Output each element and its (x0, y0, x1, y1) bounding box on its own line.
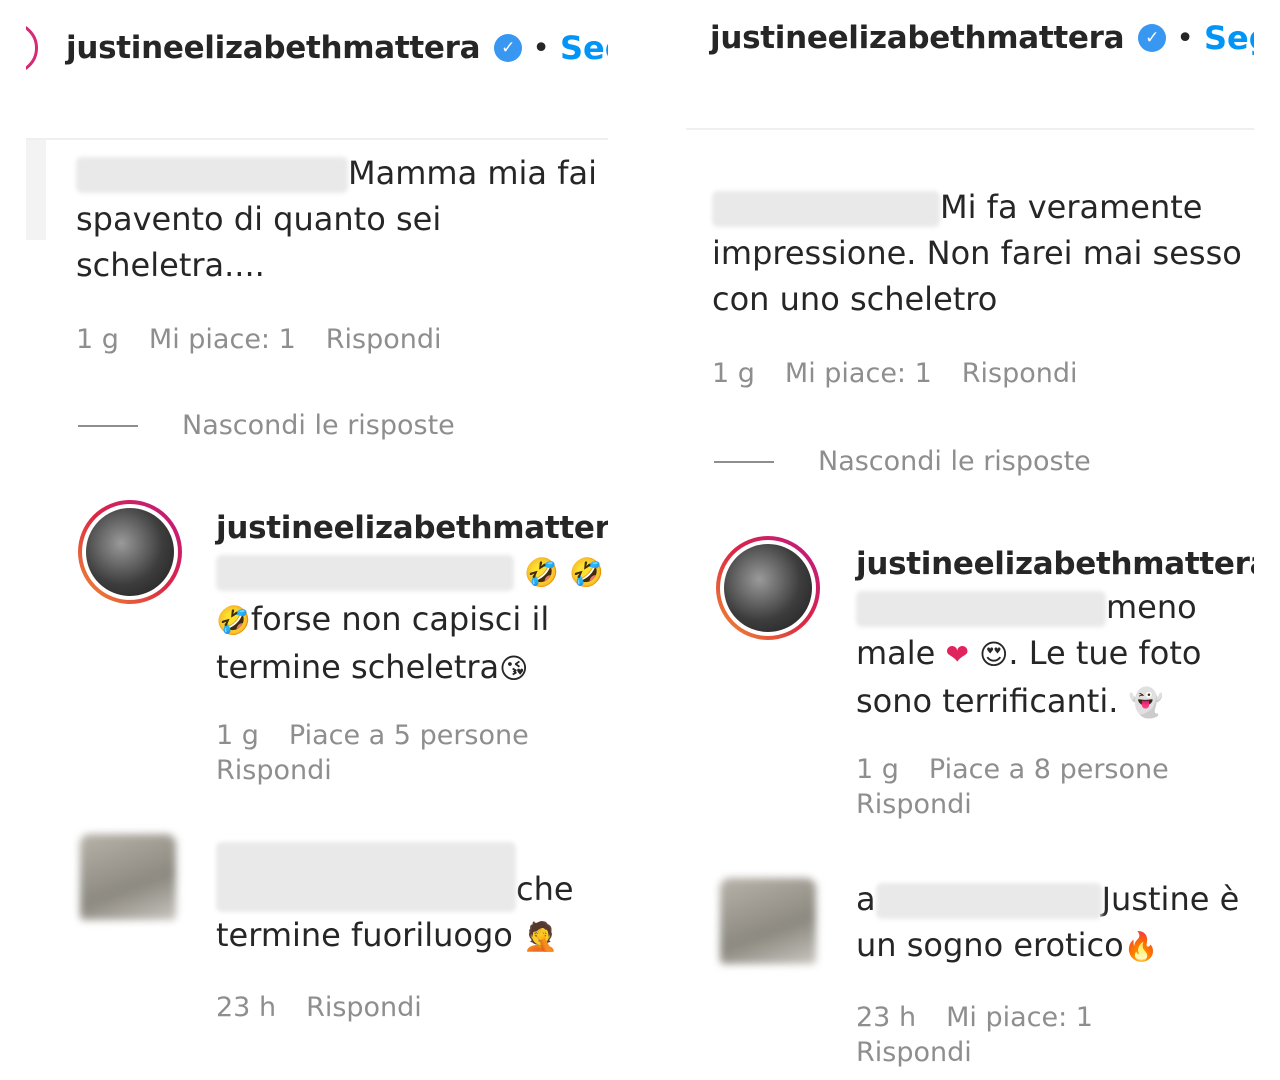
comment-avatar-placeholder (26, 140, 46, 240)
post-header: justineelizabethmattera ✓ • Segui (26, 0, 608, 96)
reply-button[interactable]: Rispondi (962, 358, 1078, 389)
blurred-username (216, 842, 516, 912)
blurred-mention (856, 591, 1106, 627)
reply-text-line3: sono terrificanti. (856, 682, 1119, 720)
verified-badge-icon: ✓ (1138, 24, 1167, 52)
comment: Mamma mia fai spavento di quanto sei sch… (76, 150, 608, 355)
reply-user2: che termine fuoriluogo 🤦 23 h Rispondi (216, 842, 608, 1023)
reply-time: 1 g (856, 754, 899, 785)
reply-username[interactable]: justineelizabethmattera (856, 546, 1254, 582)
comment-text: Mi fa veramente impressione. Non farei m… (712, 184, 1252, 322)
reply-owner: justineelizabethmattera 🤣 🤣 🤣forse non c… (216, 510, 608, 788)
comment-text-line3: con uno scheletro (712, 280, 998, 318)
reply-likes[interactable]: Piace a 8 persone (929, 752, 1169, 787)
comment-text: Mamma mia fai spavento di quanto sei sch… (76, 150, 608, 288)
comment-likes[interactable]: Mi piace: 1 (149, 324, 296, 355)
comment-text-line1: Mi fa veramente (940, 188, 1203, 226)
comment-text-line2: spavento di quanto sei (76, 200, 442, 238)
reply2-text: che termine fuoriluogo 🤦 (216, 842, 608, 960)
reply-avatar-story-ring[interactable] (78, 500, 182, 604)
reply-likes[interactable]: Piace a 5 persone (289, 718, 529, 753)
kiss-emoji-icon: 😘 (499, 652, 529, 685)
comment-time: 1 g (712, 358, 755, 389)
header-separator: • (532, 30, 550, 66)
heart-eyes-emoji-icon: 😍 (979, 638, 1009, 671)
reply2-text-line2: un sogno erotico (856, 926, 1124, 964)
left-screenshot-panel: justineelizabethmattera ✓ • Segui Mamma … (26, 0, 608, 1080)
reply-meta: 1 g Piace a 5 persone Rispondi (216, 718, 608, 788)
hide-replies-label: Nascondi le risposte (818, 446, 1091, 477)
hide-replies-line (714, 460, 774, 463)
blurred-username (76, 157, 348, 193)
reply-text: 🤣 🤣 🤣forse non capisci il termine schele… (216, 548, 608, 692)
verified-badge-icon: ✓ (494, 34, 523, 62)
reply-user2: a Justine è un sogno erotico🔥 23 h Mi pia… (856, 876, 1252, 1070)
reply2-time: 23 h (216, 992, 277, 1023)
reply2-time: 23 h (856, 1002, 917, 1033)
rofl-emoji-icon: 🤣 (524, 556, 560, 589)
reply-owner: justineelizabethmattera meno male ❤ 😍. L… (856, 546, 1254, 822)
heart-icon: ❤ (945, 638, 969, 671)
rofl-emoji-icon: 🤣 (216, 604, 251, 637)
reply2-likes[interactable]: Mi piace: 1 (946, 1000, 1093, 1035)
header-username[interactable]: justineelizabethmattera (710, 20, 1125, 56)
reply-button[interactable]: Rispondi (306, 992, 422, 1023)
blurred-avatar[interactable] (80, 834, 176, 920)
blurred-avatar[interactable] (720, 878, 816, 964)
facepalm-emoji-icon: 🤦 (523, 920, 558, 953)
header-divider (686, 128, 1254, 130)
hide-replies-line (78, 424, 138, 427)
header-divider (26, 138, 608, 140)
reply2-meta: 23 h Mi piace: 1 Rispondi (856, 1000, 1252, 1070)
follow-button[interactable]: Segui (560, 29, 608, 67)
comment-meta: 1 g Mi piace: 1 Rispondi (712, 358, 1252, 389)
reply2-meta: 23 h Rispondi (216, 992, 608, 1023)
reply-username[interactable]: justineelizabethmattera (216, 510, 608, 546)
reply-button[interactable]: Rispondi (856, 1035, 972, 1070)
reply-text-line3: termine scheletra (216, 648, 500, 686)
comment-time: 1 g (76, 324, 119, 355)
reply-text-line2: forse non capisci il (250, 600, 550, 638)
reply-text: meno male ❤ 😍. Le tue foto sono terrific… (856, 584, 1252, 726)
reply-button[interactable]: Rispondi (326, 324, 442, 355)
reply-button[interactable]: Rispondi (216, 753, 332, 788)
comment-text-line2: impressione. Non farei mai sesso (712, 234, 1242, 272)
reply-button[interactable]: Rispondi (856, 787, 972, 822)
blurred-username (875, 883, 1102, 919)
right-screenshot-panel: justineelizabethmattera ✓ • Segui Mi fa … (686, 0, 1254, 1080)
reply-avatar-image (82, 504, 178, 600)
reply2-text-line1: che (516, 870, 574, 908)
header-separator: • (1176, 20, 1194, 56)
header-avatar[interactable] (26, 22, 38, 74)
reply-text-line1: meno (1106, 588, 1197, 626)
reply-avatar-story-ring[interactable] (716, 536, 820, 640)
reply-meta: 1 g Piace a 8 persone Rispondi (856, 752, 1252, 822)
reply-text-line2a: male (856, 634, 936, 672)
reply2-text-line2: termine fuoriluogo (216, 916, 513, 954)
rofl-emoji-icon: 🤣 (569, 556, 605, 589)
reply2-text-line1: Justine è (1101, 880, 1240, 918)
fire-emoji-icon: 🔥 (1123, 930, 1159, 963)
ghost-emoji-icon: 👻 (1128, 686, 1164, 719)
blurred-mention (216, 555, 514, 591)
comment-text-line1: Mamma mia fai (348, 154, 597, 192)
header-username[interactable]: justineelizabethmattera (66, 30, 481, 66)
reply2-prefix: a (856, 880, 876, 918)
reply-avatar-image (720, 540, 816, 636)
comment-text-line3: scheletra.... (76, 246, 265, 284)
blurred-username (712, 191, 940, 227)
reply-text-line2b: . Le tue foto (1008, 634, 1202, 672)
comment-likes[interactable]: Mi piace: 1 (785, 358, 932, 389)
reply2-text: a Justine è un sogno erotico🔥 (856, 876, 1252, 970)
follow-button[interactable]: Segui (1204, 19, 1254, 57)
comment: Mi fa veramente impressione. Non farei m… (712, 184, 1252, 389)
reply-time: 1 g (216, 720, 259, 751)
hide-replies-button[interactable]: Nascondi le risposte (78, 410, 455, 441)
hide-replies-button[interactable]: Nascondi le risposte (714, 446, 1091, 477)
hide-replies-label: Nascondi le risposte (182, 410, 455, 441)
comment-meta: 1 g Mi piace: 1 Rispondi (76, 324, 608, 355)
post-header: justineelizabethmattera ✓ • Segui (686, 0, 1254, 76)
